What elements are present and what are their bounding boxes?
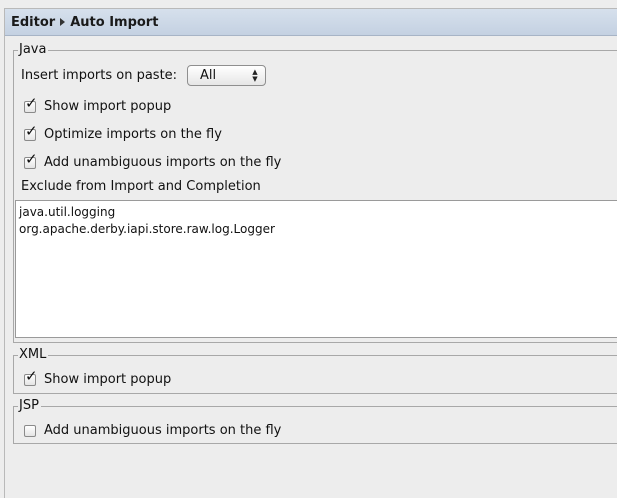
jsp-group-title: JSP bbox=[18, 398, 41, 413]
java-add-unambiguous-checkbox[interactable]: ✓ Add unambiguous imports on the fly bbox=[24, 151, 282, 170]
breadcrumb: Editor Auto Import bbox=[5, 9, 617, 36]
breadcrumb-arrow-icon bbox=[60, 18, 66, 26]
java-show-popup-label: Show import popup bbox=[44, 99, 172, 114]
jsp-add-unambiguous-label: Add unambiguous imports on the fly bbox=[44, 423, 282, 438]
list-item[interactable]: org.apache.derby.iapi.store.raw.log.Logg… bbox=[19, 221, 614, 238]
java-show-popup-checkbox[interactable]: ✓ Show import popup bbox=[24, 95, 172, 114]
insert-imports-value: All bbox=[200, 68, 217, 83]
optimize-imports-label: Optimize imports on the fly bbox=[44, 127, 222, 142]
jsp-add-unambiguous-checkbox[interactable]: Add unambiguous imports on the fly bbox=[24, 423, 281, 438]
xml-group-title: XML bbox=[18, 347, 49, 362]
insert-imports-select[interactable]: All ▲ ▼ bbox=[187, 65, 266, 86]
list-item[interactable]: java.util.logging bbox=[19, 204, 614, 221]
exclude-list[interactable]: java.util.logging org.apache.derby.iapi.… bbox=[15, 200, 617, 338]
breadcrumb-current: Auto Import bbox=[70, 14, 159, 30]
java-group-title: Java bbox=[18, 42, 49, 57]
checkbox-unchecked-icon[interactable] bbox=[24, 424, 36, 437]
checkbox-checked-icon[interactable]: ✓ bbox=[24, 151, 38, 169]
breadcrumb-parent[interactable]: Editor bbox=[11, 15, 55, 30]
java-add-unambiguous-label: Add unambiguous imports on the fly bbox=[44, 155, 282, 170]
optimize-imports-checkbox[interactable]: ✓ Optimize imports on the fly bbox=[24, 123, 222, 142]
checkbox-checked-icon[interactable]: ✓ bbox=[24, 123, 38, 141]
insert-imports-label: Insert imports on paste: bbox=[21, 68, 178, 83]
xml-show-popup-checkbox[interactable]: ✓ Show import popup bbox=[24, 368, 172, 387]
exclude-label: Exclude from Import and Completion bbox=[21, 179, 261, 194]
checkbox-checked-icon[interactable]: ✓ bbox=[24, 95, 38, 113]
checkbox-checked-icon[interactable]: ✓ bbox=[24, 368, 38, 386]
xml-show-popup-label: Show import popup bbox=[44, 372, 172, 387]
stepper-arrows-icon: ▲ ▼ bbox=[252, 67, 258, 83]
